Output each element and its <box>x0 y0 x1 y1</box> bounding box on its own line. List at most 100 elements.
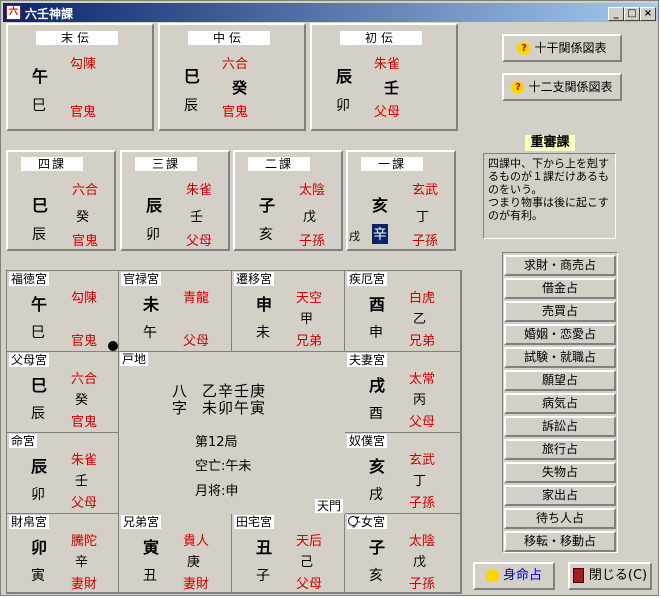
palace-base: 辰 <box>31 406 45 422</box>
sanden-box: 中伝巳辰 六合癸官鬼 <box>158 23 306 131</box>
minimize-button[interactable]: _ <box>608 7 624 21</box>
yonka-box: 三課辰卯 朱雀壬父母 <box>120 150 230 251</box>
yonka-general: 太陰 <box>299 183 326 198</box>
palace-general: 六合 <box>71 372 98 387</box>
yonka-upper: 亥 <box>372 196 389 215</box>
palace-kanshi: 丑 <box>256 538 273 557</box>
yonka-header: 三課 <box>135 157 197 171</box>
palace-cell: 財帛宮卯寅 騰陀辛妻財 <box>7 514 119 593</box>
palace-kanshi: 申 <box>256 295 273 314</box>
sanden-stem: 壬 <box>384 79 400 97</box>
kan-relation-button[interactable]: ? 十干関係図表 <box>502 34 622 62</box>
yonka-lower: 亥 <box>259 227 273 243</box>
sanden-base: 卯 <box>336 98 350 114</box>
menu-item[interactable]: 家出占 <box>504 485 616 506</box>
palace-general: 白虎 <box>409 291 436 306</box>
menu-item[interactable]: 病気占 <box>504 393 616 414</box>
palace-kanshi: 寅 <box>143 538 160 557</box>
menu-item[interactable]: 借金占 <box>504 278 616 299</box>
yonka-header: 四課 <box>21 157 83 171</box>
palace-stem: 癸 <box>75 393 89 408</box>
palace-base: 丑 <box>143 568 157 584</box>
palace-general: 騰陀 <box>71 534 98 549</box>
sanden-general: 勾陳 <box>70 57 97 72</box>
menu-item[interactable]: 訴訟占 <box>504 416 616 437</box>
menu-item[interactable]: 試験・就職占 <box>504 347 616 368</box>
palace-general: 太常 <box>409 372 436 387</box>
menu-item[interactable]: 売買占 <box>504 301 616 322</box>
shinmei-label: 身命占 <box>502 568 542 583</box>
sanden-box: 初伝辰卯 朱雀壬父母 <box>310 23 458 131</box>
palace-name: 田宅宮 <box>234 515 275 529</box>
palace-kanshi: 卯 <box>31 538 48 557</box>
sanden-kanshi: 巳 <box>184 67 201 86</box>
close-window-button[interactable]: × <box>640 7 656 21</box>
palace-stem: 庚 <box>187 555 201 570</box>
palace-kanshi: 子 <box>369 538 386 557</box>
palace-base: 酉 <box>369 406 383 422</box>
palace-general: 朱雀 <box>71 453 98 468</box>
palace-base: 子 <box>256 568 270 584</box>
palace-relative: 官鬼 <box>71 334 98 349</box>
marker-dot-filled <box>108 341 118 351</box>
palace-kanshi: 戌 <box>369 376 386 395</box>
yonka-upper: 巳 <box>32 196 49 215</box>
palace-name: 福徳宮 <box>9 272 50 286</box>
shinmei-button[interactable]: 身命占 <box>473 562 555 590</box>
door-icon <box>572 568 584 583</box>
sanden-relative: 父母 <box>374 105 401 120</box>
palace-stem: 戊 <box>413 555 427 570</box>
palace-base: 寅 <box>31 568 45 584</box>
palace-stem: 己 <box>300 555 314 570</box>
palace-stem: 甲 <box>300 312 314 327</box>
palace-cell: 命宮辰卯 朱雀壬父母 <box>7 433 119 514</box>
menu-item[interactable]: 婚姻・恋愛占 <box>504 324 616 345</box>
palace-cell: 官禄宮未午 青龍 父母 <box>119 271 232 352</box>
main-window: 六 六壬神課 _ □ × 末伝午巳勾陳 官鬼 中伝巳辰六合癸官鬼 初伝辰卯朱雀壬父母 … <box>0 0 659 596</box>
palace-relative: 父母 <box>183 334 210 349</box>
palace-cell: 父母宮巳辰 六合癸官鬼 <box>7 352 119 433</box>
palace-kanshi: 未 <box>143 295 160 314</box>
sanden-header: 末伝 <box>36 31 118 45</box>
palace-relative: 兄弟 <box>409 334 436 349</box>
yonka-box: 二課子亥 太陰戊子孫 <box>233 150 343 251</box>
center-corner-tl: 戸地 <box>120 352 149 366</box>
palace-stem: 丁 <box>413 474 427 489</box>
menu-item[interactable]: 失物占 <box>504 462 616 483</box>
menu-item[interactable]: 旅行占 <box>504 439 616 460</box>
palace-general: 勾陳 <box>71 291 98 306</box>
palace-relative: 父母 <box>71 496 98 511</box>
sanden-base: 辰 <box>184 98 198 114</box>
palace-kanshi: 辰 <box>31 457 48 476</box>
gessho-label: 月将:申 <box>195 484 239 499</box>
sanden-stem: 癸 <box>232 79 248 97</box>
yonka-lower: 辰 <box>32 227 46 243</box>
palace-relative: 子孫 <box>409 496 436 511</box>
palace-name: 父母宮 <box>9 353 50 367</box>
shi-relation-button[interactable]: ? 十二支関係図表 <box>502 73 622 101</box>
menu-item[interactable]: 移転・移動占 <box>504 531 616 552</box>
close-button[interactable]: 閉じる(C) <box>568 562 652 590</box>
maximize-button[interactable]: □ <box>624 7 640 21</box>
menu-item[interactable]: 求財・商売占 <box>504 255 616 276</box>
palace-kanshi: 巳 <box>31 376 48 395</box>
palace-name: 財帛宮 <box>9 515 50 529</box>
yonka-header: 二課 <box>248 157 310 171</box>
center-chart: 戸地 八 字 乙辛壬庚 未卯午寅 第12局 空亡:午未 月将:申 天門 <box>119 352 347 514</box>
center-corner-br: 天門 <box>315 499 344 513</box>
menu-item[interactable]: 待ち人占 <box>504 508 616 529</box>
kan-relation-label: 十干関係図表 <box>534 41 607 55</box>
yonka-stem: 壬 <box>190 210 204 225</box>
palace-base: 戌 <box>369 487 383 503</box>
palace-general: 天后 <box>296 534 323 549</box>
palace-cell: 遷移宮申未 天空甲兄弟 <box>232 271 345 352</box>
sanden-kanshi: 辰 <box>336 67 353 86</box>
palace-name: 遷移宮 <box>234 272 275 286</box>
method-title: 重審課 <box>525 135 575 151</box>
yonka-general: 朱雀 <box>186 183 213 198</box>
menu-item[interactable]: 願望占 <box>504 370 616 391</box>
yonka-relative: 官鬼 <box>72 234 99 249</box>
yonka-prefix: 戌 <box>349 230 360 243</box>
palace-name: 夫妻宮 <box>347 353 388 367</box>
sanden-relative: 官鬼 <box>70 105 97 120</box>
